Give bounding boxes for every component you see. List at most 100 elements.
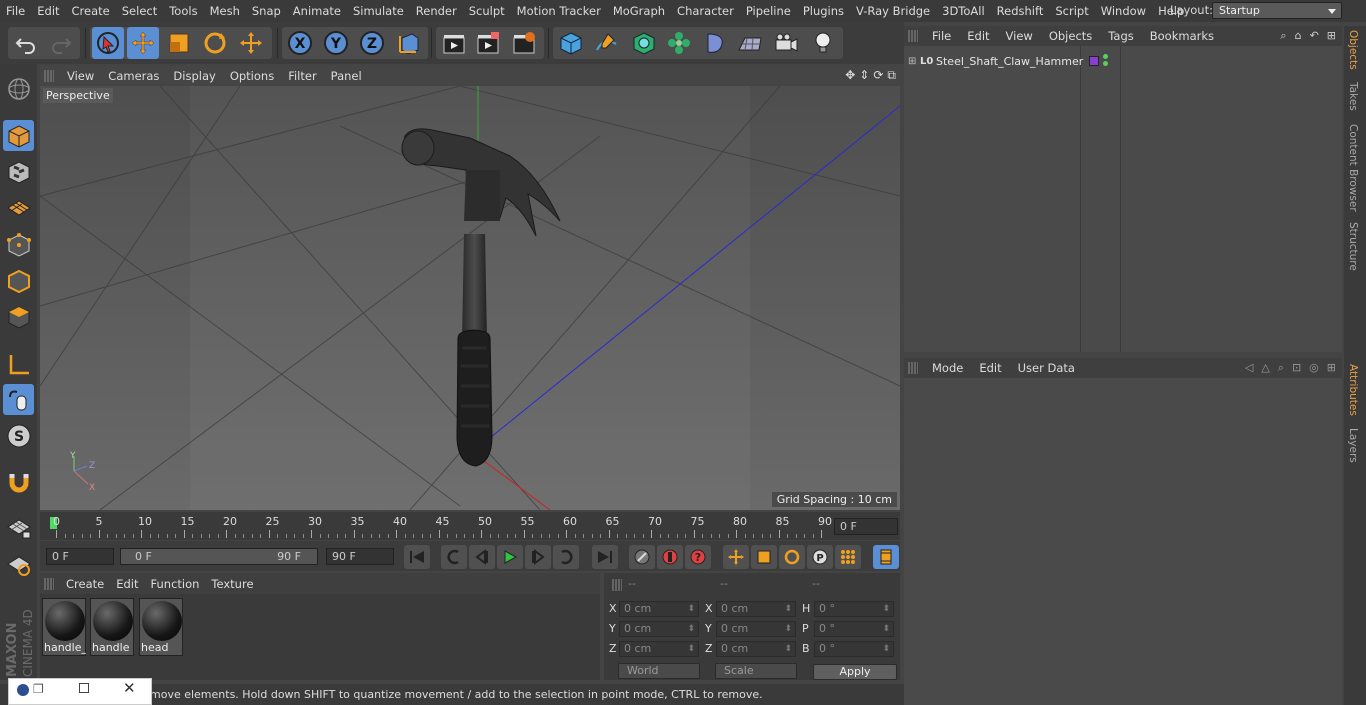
restore-icon[interactable]: ❐ (33, 682, 44, 696)
menu-tools[interactable]: Tools (163, 4, 203, 18)
coord-scale-dropdown[interactable]: Scale (715, 663, 797, 679)
render-settings-icon[interactable] (508, 27, 540, 59)
viewport-menu-options[interactable]: Options (223, 69, 281, 83)
menu-redshift[interactable]: Redshift (991, 4, 1050, 18)
maximize-icon[interactable] (79, 683, 89, 693)
scale-icon[interactable] (163, 27, 195, 59)
material-swatch[interactable]: head (139, 598, 183, 656)
subdivision-surface-icon[interactable] (628, 27, 660, 59)
cloner-icon[interactable] (663, 27, 695, 59)
material-menu-function[interactable]: Function (145, 577, 206, 591)
apply-button[interactable]: Apply (813, 664, 897, 680)
om-menu-tags[interactable]: Tags (1100, 29, 1141, 43)
search-icon[interactable]: ⌕ (1280, 29, 1286, 43)
lock-icon[interactable]: ⊡ (1292, 361, 1301, 375)
transform-icon[interactable] (235, 27, 267, 59)
visibility-render-dot[interactable] (1103, 61, 1108, 66)
axis-mode-icon[interactable] (3, 349, 34, 380)
menu-animate[interactable]: Animate (287, 4, 347, 18)
menu-snap[interactable]: Snap (246, 4, 287, 18)
deformer-icon[interactable] (699, 27, 731, 59)
rotate-view-icon[interactable]: ⟳ (873, 68, 883, 83)
rot-h-field[interactable]: 0 ° (814, 601, 894, 617)
timeline-ruler[interactable]: 0 5 10 15 20 25 30 35 40 45 50 55 60 65 70 75 80 85 90 0 F (40, 512, 900, 540)
light-icon[interactable] (807, 27, 839, 59)
pos-z-field[interactable]: 0 cm (619, 641, 699, 657)
attr-menu-edit[interactable]: Edit (971, 361, 1009, 375)
menu-file[interactable]: File (0, 4, 31, 18)
keyframe-selection-icon[interactable] (629, 545, 655, 569)
target-icon[interactable]: ◎ (1309, 361, 1319, 375)
menu-create[interactable]: Create (66, 4, 116, 18)
menu-window[interactable]: Window (1095, 4, 1152, 18)
snap-icon[interactable]: S (3, 420, 34, 451)
make-editable-icon[interactable] (3, 73, 34, 104)
om-menu-objects[interactable]: Objects (1041, 29, 1100, 43)
material-swatch[interactable]: handle (90, 598, 134, 656)
om-menu-view[interactable]: View (998, 29, 1041, 43)
start-frame-field[interactable]: 0 F (46, 548, 114, 565)
menu-character[interactable]: Character (671, 4, 740, 18)
end-frame-field[interactable]: 90 F (326, 548, 394, 565)
viewport-menu-display[interactable]: Display (166, 69, 222, 83)
z-axis-lock-icon[interactable]: Z (356, 27, 388, 59)
undo-icon[interactable] (10, 27, 42, 59)
tweak-mode-icon[interactable] (3, 384, 34, 415)
tab-content-browser[interactable]: Content Browser (1347, 124, 1359, 212)
cube-icon[interactable] (555, 27, 587, 59)
next-key-icon[interactable] (553, 545, 579, 569)
frame-range-slider[interactable]: 0 F 90 F (120, 548, 318, 565)
key-position-icon[interactable] (723, 545, 749, 569)
key-pla-icon[interactable] (835, 545, 861, 569)
object-name[interactable]: Steel_Shaft_Claw_Hammer (936, 55, 1083, 68)
pos-x-field[interactable]: 0 cm (619, 601, 699, 617)
play-icon[interactable] (497, 545, 523, 569)
x-axis-lock-icon[interactable]: X (284, 27, 316, 59)
tab-layers[interactable]: Layers (1347, 428, 1359, 463)
tab-objects[interactable]: Objects (1347, 30, 1359, 70)
rot-p-field[interactable]: 0 ° (814, 621, 894, 637)
texture-mode-icon[interactable] (3, 156, 34, 187)
rotate-icon[interactable] (199, 27, 231, 59)
size-x-field[interactable]: 0 cm (716, 601, 796, 617)
menu-edit[interactable]: Edit (31, 4, 65, 18)
viewport-menu-filter[interactable]: Filter (281, 69, 323, 83)
tab-attributes[interactable]: Attributes (1347, 364, 1359, 416)
menu-select[interactable]: Select (116, 4, 163, 18)
om-menu-file[interactable]: File (924, 29, 959, 43)
viewport-menu-panel[interactable]: Panel (324, 69, 369, 83)
size-y-field[interactable]: 0 cm (716, 621, 796, 637)
attr-menu-user-data[interactable]: User Data (1010, 361, 1083, 375)
up-arrow-icon[interactable]: △ (1261, 361, 1269, 375)
autokey-icon[interactable]: ? (685, 545, 711, 569)
object-tag-icon[interactable] (1089, 56, 1099, 66)
pos-y-field[interactable]: 0 cm (619, 621, 699, 637)
workplane-mode-icon[interactable] (3, 192, 34, 223)
perspective-viewport[interactable]: Y Z X Perspective Grid Spacing : 10 cm (40, 86, 900, 510)
render-picture-viewer-icon[interactable] (472, 27, 504, 59)
model-mode-icon[interactable] (3, 120, 34, 151)
back-arrow-icon[interactable]: ◁ (1245, 361, 1253, 375)
record-icon[interactable] (657, 545, 683, 569)
home-icon[interactable]: ⌂ (1295, 29, 1302, 43)
visibility-editor-dot[interactable] (1103, 54, 1108, 59)
menu-render[interactable]: Render (410, 4, 463, 18)
tab-structure[interactable]: Structure (1347, 222, 1359, 271)
prev-frame-icon[interactable] (469, 545, 495, 569)
locked-workplane-icon[interactable] (3, 548, 34, 579)
material-swatch[interactable]: handle_ (42, 598, 86, 656)
polygons-mode-icon[interactable] (3, 301, 34, 332)
menu-mesh[interactable]: Mesh (204, 4, 246, 18)
maximize-view-icon[interactable]: ⧉ (887, 68, 896, 83)
menu-mograph[interactable]: MoGraph (607, 4, 671, 18)
menu-script[interactable]: Script (1049, 4, 1094, 18)
new-window-icon[interactable]: ⊞ (1327, 361, 1336, 375)
tab-takes[interactable]: Takes (1347, 82, 1359, 111)
live-selection-icon[interactable] (92, 27, 124, 59)
key-parameter-icon[interactable]: P (807, 545, 833, 569)
close-icon[interactable]: ✕ (123, 679, 136, 697)
new-window-icon[interactable]: ⊞ (1327, 29, 1336, 43)
size-z-field[interactable]: 0 cm (716, 641, 796, 657)
om-menu-bookmarks[interactable]: Bookmarks (1142, 29, 1222, 43)
viewport-camera-label[interactable]: Perspective (43, 88, 113, 103)
